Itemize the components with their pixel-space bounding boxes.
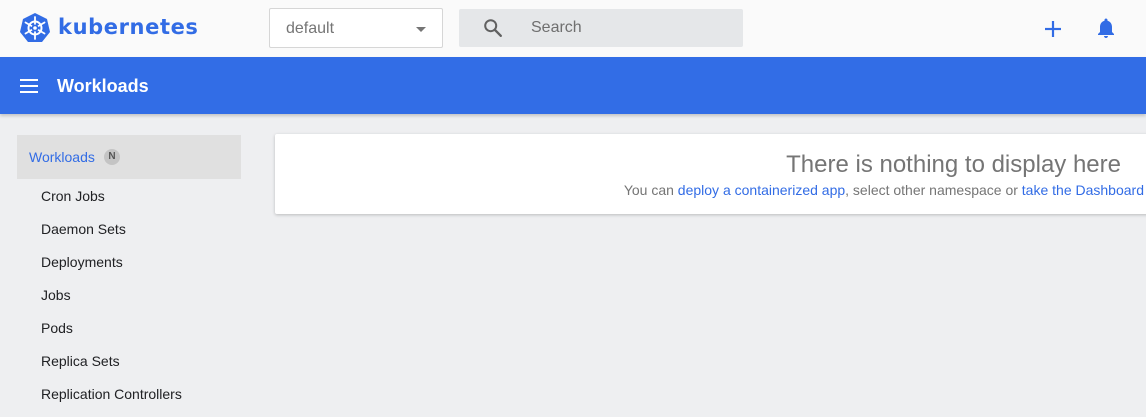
sidebar-item-label: Workloads [29, 149, 95, 165]
top-toolbar: kubernetes default [0, 0, 1146, 57]
page-title: Workloads [57, 76, 149, 96]
dashboard-tour-link[interactable]: take the Dashboard [1022, 182, 1144, 198]
namespace-select[interactable]: default [269, 8, 443, 48]
empty-state-card: There is nothing to display here You can… [275, 134, 1146, 214]
sidebar-item-workloads[interactable]: Workloads N [17, 135, 241, 179]
search-box [459, 9, 743, 47]
brand-name[interactable]: kubernetes [58, 15, 199, 39]
empty-state-middle: , select other namespace or [845, 182, 1022, 198]
menu-icon[interactable] [20, 79, 38, 93]
search-input[interactable] [531, 17, 731, 39]
namespace-badge: N [104, 149, 120, 165]
sidebar-nav: Cron Jobs Daemon Sets Deployments Jobs P… [41, 186, 182, 417]
sidebar-item-daemon-sets[interactable]: Daemon Sets [41, 219, 182, 252]
bell-icon[interactable] [1094, 16, 1118, 40]
sidebar-item-replication-controllers[interactable]: Replication Controllers [41, 384, 182, 417]
namespace-value: default [286, 20, 335, 37]
chevron-down-icon [416, 27, 426, 32]
sidebar-item-cron-jobs[interactable]: Cron Jobs [41, 186, 182, 219]
sidebar-item-pods[interactable]: Pods [41, 318, 182, 351]
search-icon[interactable] [482, 17, 504, 39]
empty-state-prefix: You can [623, 182, 678, 198]
sidebar-item-replica-sets[interactable]: Replica Sets [41, 351, 182, 384]
deploy-app-link[interactable]: deploy a containerized app [678, 182, 845, 198]
sidebar-item-jobs[interactable]: Jobs [41, 285, 182, 318]
sidebar-item-deployments[interactable]: Deployments [41, 252, 182, 285]
title-bar: Workloads [0, 57, 1146, 114]
plus-icon[interactable] [1041, 17, 1065, 41]
empty-state-text: You can deploy a containerized app, sele… [624, 182, 1144, 198]
kubernetes-logo-icon[interactable] [19, 12, 51, 44]
empty-state-title: There is nothing to display here [786, 151, 1121, 178]
